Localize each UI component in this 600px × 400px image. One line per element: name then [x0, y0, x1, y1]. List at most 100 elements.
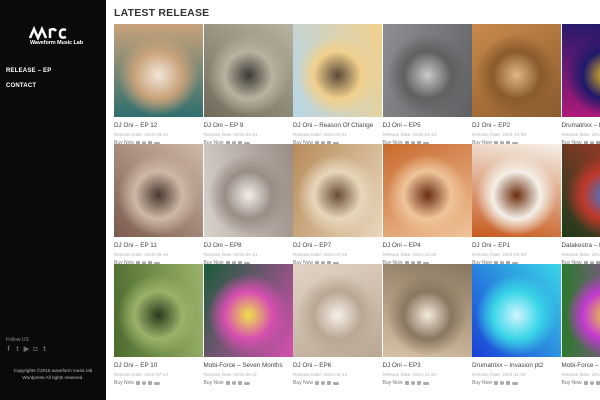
release-title[interactable]: DJ Oni – EP6: [293, 362, 382, 369]
release-cover-image[interactable]: [114, 264, 203, 357]
sidebar: Waveform Music Lab RELEASE – EP CONTACT …: [0, 0, 106, 400]
release-cover-image[interactable]: [293, 144, 382, 237]
release-card: DJ Oni – EP3 Release Date: 2014-11-30 Buy …: [382, 264, 472, 386]
release-date: Release Date: 2014-12-26: [382, 252, 437, 257]
logo[interactable]: Waveform Music Lab: [28, 26, 84, 48]
apple-icon[interactable]: [142, 381, 147, 385]
release-title[interactable]: DJ Oni – EP8: [204, 242, 293, 249]
release-card: Datakestra – EPRelease Date: 2014-08-21B…: [561, 144, 600, 266]
apple-icon[interactable]: [500, 381, 505, 385]
release-title[interactable]: Drumatrixx – Invasion pt2: [472, 362, 561, 369]
release-title[interactable]: DJ Oni – EP4: [383, 242, 472, 249]
release-title[interactable]: DJ Oni – EP 10: [114, 362, 203, 369]
release-cover-image[interactable]: [382, 24, 472, 117]
release-card: Drumatrixx – EPRelease Date: 2014-09-01B…: [561, 24, 600, 146]
social-links: f t ▶ ◘ t: [5, 346, 48, 353]
release-cover-image[interactable]: [114, 24, 203, 117]
copyright: Copyrights ©2015 waveform music lab Word…: [0, 368, 106, 381]
copyright-line-2: Wordpress All rights reserved.: [22, 374, 84, 380]
buy-now-row: Buy Now: [472, 380, 561, 386]
release-cover-image[interactable]: [114, 144, 203, 237]
release-date: Release Date: 2015-05-11: [203, 372, 258, 377]
store-icon[interactable]: [136, 381, 141, 385]
store-icon[interactable]: [404, 381, 409, 385]
release-card: Mobi-Force – EP Release Date: 2014-08-11 B…: [561, 264, 600, 386]
release-card: DJ Oni – EP7 Release Date: 2015-04-19 Buy …: [293, 144, 382, 266]
release-cover-image[interactable]: [382, 144, 472, 237]
release-title[interactable]: Mobi-Force – EP: [562, 362, 600, 369]
release-card: Mobi-Force – Seven Months Release Date: 2…: [203, 264, 293, 386]
release-title[interactable]: DJ Oni – EP 11: [114, 242, 203, 249]
buy-now-row: Buy Now: [204, 380, 293, 386]
release-cover-image[interactable]: [293, 24, 382, 117]
nav-item-contact[interactable]: CONTACT: [6, 83, 51, 89]
release-title[interactable]: DJ Oni – EP7: [293, 242, 382, 249]
buy-now-link[interactable]: Buy Now: [383, 380, 403, 386]
soundcloud-icon[interactable]: [512, 381, 519, 385]
buy-now-link[interactable]: Buy Now: [204, 380, 224, 386]
release-card: DJ Oni – Reason Of Change Release Date: 2…: [293, 24, 382, 146]
release-title[interactable]: Datakestra – EP: [562, 242, 600, 249]
release-cover-image[interactable]: [293, 264, 382, 357]
android-icon[interactable]: [148, 381, 153, 385]
release-cover-image[interactable]: [472, 144, 561, 237]
release-title[interactable]: DJ Oni – EP2: [472, 122, 561, 129]
release-title[interactable]: Mobi-Force – Seven Months: [204, 362, 293, 369]
soundcloud-icon[interactable]: [154, 381, 161, 385]
release-cover-image[interactable]: [561, 264, 600, 357]
release-title[interactable]: DJ Oni – EP 9: [204, 122, 293, 129]
release-cover-image[interactable]: [472, 264, 561, 357]
release-cover-image[interactable]: [203, 264, 293, 357]
android-icon[interactable]: [506, 381, 511, 385]
release-date: Release Date: 2015-06-14: [203, 132, 258, 137]
release-date: Release Date: 2015-03-14: [293, 372, 347, 377]
release-title[interactable]: DJ Oni – EP 12: [114, 122, 203, 129]
tumblr-icon[interactable]: t: [41, 346, 48, 353]
android-icon[interactable]: [595, 381, 600, 385]
release-cover-image[interactable]: [472, 24, 561, 117]
release-cover-image[interactable]: [203, 24, 293, 117]
instagram-icon[interactable]: ◘: [32, 346, 39, 353]
facebook-icon[interactable]: f: [5, 346, 12, 353]
release-title[interactable]: DJ Oni – EP1: [472, 242, 561, 249]
buy-now-link[interactable]: Buy Now: [293, 380, 313, 386]
nav-item-release-ep[interactable]: RELEASE – EP: [6, 68, 51, 74]
release-cover-image[interactable]: [203, 144, 293, 237]
buy-now-link[interactable]: Buy Now: [562, 380, 582, 386]
soundcloud-icon[interactable]: [243, 381, 250, 385]
release-card: DJ Oni – EP2 Release Date: 2014-10-08 Buy …: [472, 24, 561, 146]
store-icon[interactable]: [494, 381, 499, 385]
release-title[interactable]: DJ Oni – Reason Of Change: [293, 122, 382, 129]
android-icon[interactable]: [327, 381, 332, 385]
follow-label: Follow US: [6, 337, 29, 343]
android-icon[interactable]: [237, 381, 242, 385]
release-cover-image[interactable]: [561, 144, 600, 237]
release-cover-image[interactable]: [382, 264, 472, 357]
apple-icon[interactable]: [231, 381, 236, 385]
soundcloud-icon[interactable]: [422, 381, 429, 385]
android-icon[interactable]: [416, 381, 421, 385]
logo-text: Waveform Music Lab: [30, 40, 84, 46]
buy-now-link[interactable]: Buy Now: [114, 380, 134, 386]
apple-icon[interactable]: [410, 381, 415, 385]
release-card: DJ Oni – EP6 Release Date: 2015-03-14 Buy …: [293, 264, 382, 386]
release-title[interactable]: DJ Oni – EP5: [383, 122, 472, 129]
apple-icon[interactable]: [321, 381, 326, 385]
buy-now-link[interactable]: Buy Now: [472, 380, 492, 386]
copyright-line-1: Copyrights ©2015 waveform music lab: [13, 368, 93, 373]
store-icon[interactable]: [225, 381, 230, 385]
store-icon[interactable]: [583, 381, 588, 385]
youtube-icon[interactable]: ▶: [23, 346, 30, 353]
page-title: LATEST RELEASE: [114, 7, 210, 19]
release-card: DJ Oni – EP1 Release Date: 2014-09-30 Buy …: [472, 144, 561, 266]
release-card: DJ Oni – EP5 Release Date: 2015-01-31 Buy …: [382, 24, 472, 146]
twitter-icon[interactable]: t: [14, 346, 21, 353]
release-cover-image[interactable]: [561, 24, 600, 117]
release-title[interactable]: Drumatrixx – EP: [562, 122, 600, 129]
soundcloud-icon[interactable]: [333, 381, 340, 385]
main-content: LATEST RELEASE DJ Oni – EP 12 Release Dat…: [106, 0, 600, 400]
store-icon[interactable]: [315, 381, 320, 385]
release-title[interactable]: DJ Oni – EP3: [383, 362, 472, 369]
apple-icon[interactable]: [589, 381, 594, 385]
release-card: DJ Oni – EP 9 Release Date: 2015-06-14 Buy…: [203, 24, 293, 146]
